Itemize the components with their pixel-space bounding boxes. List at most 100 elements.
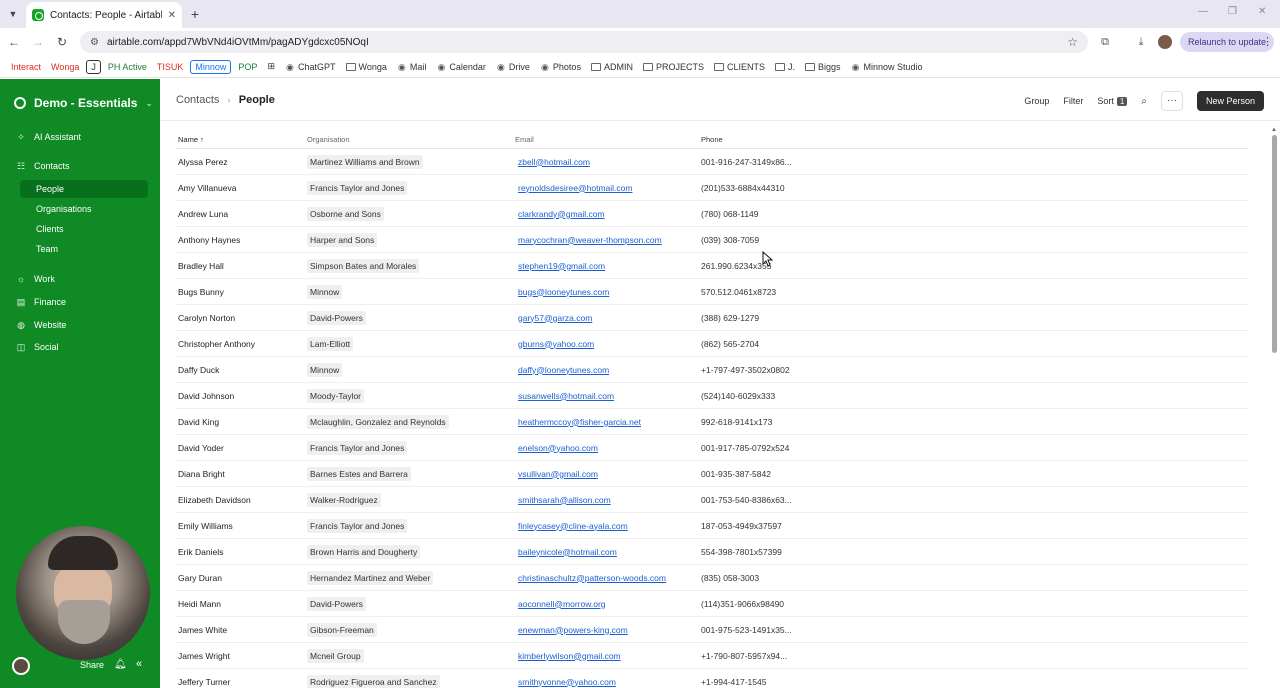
organisation-chip[interactable]: Hernandez Martinez and Weber <box>307 570 434 585</box>
bell-icon[interactable]: 🔔︎ <box>114 659 127 670</box>
browser-menu-icon[interactable]: ⋮ <box>1262 35 1273 48</box>
share-button[interactable]: Share <box>80 660 104 670</box>
bookmark-item[interactable]: TISUK <box>154 61 187 73</box>
organisation-chip[interactable]: David-Powers <box>307 310 366 325</box>
table-row[interactable]: Carolyn Norton David-Powers gary57@garza.c… <box>176 305 1248 331</box>
bookmark-item[interactable]: ◉ Mail <box>394 61 430 73</box>
organisation-chip[interactable]: Simpson Bates and Morales <box>307 258 420 273</box>
sidebar-item-ai-assistant[interactable]: ✧ AI Assistant <box>16 132 81 142</box>
sidebar-item-people[interactable]: People <box>20 180 148 198</box>
organisation-chip[interactable]: Gibson-Freeman <box>307 622 377 637</box>
table-row[interactable]: James Wright Mcneil Group kimberlywilson@g… <box>176 643 1248 669</box>
filter-button[interactable]: Filter <box>1063 96 1083 106</box>
email-link[interactable]: daffy@looneytunes.com <box>518 365 609 375</box>
extensions-puzzle-icon[interactable]: ⧉ <box>1098 35 1112 49</box>
bookmark-item[interactable]: J <box>86 59 101 74</box>
email-link[interactable]: vsullivan@gmail.com <box>518 469 598 479</box>
email-link[interactable]: enelson@yahoo.com <box>518 443 598 453</box>
organisation-chip[interactable]: Barnes Estes and Barrera <box>307 466 411 481</box>
table-row[interactable]: Bradley Hall Simpson Bates and Morales ste… <box>176 253 1248 279</box>
apps-grid-icon[interactable]: ⊞ <box>264 60 278 73</box>
email-link[interactable]: stephen19@gmail.com <box>518 261 605 271</box>
email-link[interactable]: heathermccoy@fisher-garcia.net <box>518 417 641 427</box>
column-header-name[interactable]: Name ↑ <box>176 135 307 144</box>
scrollbar[interactable]: ▲ <box>1270 127 1278 688</box>
scroll-up-arrow-icon[interactable]: ▲ <box>1271 127 1277 133</box>
bookmark-item[interactable]: PH Active <box>105 61 150 73</box>
organisation-chip[interactable]: Martinez Williams and Brown <box>307 154 423 169</box>
organisation-chip[interactable]: Brown Harris and Dougherty <box>307 544 421 559</box>
group-button[interactable]: Group <box>1024 96 1049 106</box>
sidebar-item-work[interactable]: ☼ Work <box>16 274 55 284</box>
table-row[interactable]: Gary Duran Hernandez Martinez and Weber ch… <box>176 565 1248 591</box>
table-row[interactable]: Bugs Bunny Minnow bugs@looneytunes.com 570.… <box>176 279 1248 305</box>
organisation-chip[interactable]: Osborne and Sons <box>307 206 384 221</box>
column-header-email[interactable]: Email <box>515 135 701 144</box>
bookmark-item[interactable]: Wonga <box>343 61 390 73</box>
back-arrow-icon[interactable]: ← <box>6 34 22 50</box>
table-row[interactable]: David Johnson Moody-Taylor susanwells@hotm… <box>176 383 1248 409</box>
close-window-icon[interactable]: ✕ <box>1258 6 1266 17</box>
profile-avatar[interactable] <box>1158 35 1172 49</box>
bookmark-item[interactable]: ◉ ChatGPT <box>282 61 339 73</box>
workspace-switcher[interactable]: Demo - Essentials ⌄ <box>14 96 153 110</box>
email-link[interactable]: enewman@powers-king.com <box>518 625 628 635</box>
sidebar-item-organisations[interactable]: Organisations <box>20 200 148 218</box>
organisation-chip[interactable]: Lam-Elliott <box>307 336 354 351</box>
sidebar-item-contacts[interactable]: ☷ Contacts <box>16 161 70 171</box>
email-link[interactable]: aoconnell@morrow.org <box>518 599 606 609</box>
email-link[interactable]: gburns@yahoo.com <box>518 339 594 349</box>
organisation-chip[interactable]: Francis Taylor and Jones <box>307 440 408 455</box>
forward-arrow-icon[interactable]: → <box>30 34 46 50</box>
table-row[interactable]: Christopher Anthony Lam-Elliott gburns@yah… <box>176 331 1248 357</box>
bookmark-item[interactable]: Biggs <box>802 61 844 73</box>
organisation-chip[interactable]: Mclaughlin, Gonzalez and Reynolds <box>307 414 449 429</box>
table-row[interactable]: Heidi Mann David-Powers aoconnell@morrow.o… <box>176 591 1248 617</box>
user-avatar[interactable] <box>12 657 30 675</box>
bookmark-item[interactable]: ◉ Drive <box>493 61 533 73</box>
table-row[interactable]: Emily Williams Francis Taylor and Jones fi… <box>176 513 1248 539</box>
organisation-chip[interactable]: Harper and Sons <box>307 232 378 247</box>
new-person-button[interactable]: New Person <box>1196 91 1264 111</box>
organisation-chip[interactable]: David-Powers <box>307 596 366 611</box>
sidebar-item-social[interactable]: ◫ Social <box>16 342 59 352</box>
bookmark-item[interactable]: ADMIN <box>588 61 636 73</box>
bookmark-item[interactable]: Interact <box>8 61 44 73</box>
bookmark-item[interactable]: PROJECTS <box>640 61 707 73</box>
table-row[interactable]: Alyssa Perez Martinez Williams and Brown z… <box>176 149 1248 175</box>
bookmark-star-icon[interactable]: ☆ <box>1067 35 1078 49</box>
organisation-chip[interactable]: Moody-Taylor <box>307 388 365 403</box>
bookmark-item[interactable]: ◉ Photos <box>537 61 584 73</box>
email-link[interactable]: finleycasey@cline-ayala.com <box>518 521 628 531</box>
email-link[interactable]: susanwells@hotmail.com <box>518 391 614 401</box>
email-link[interactable]: marycochran@weaver-thompson.com <box>518 235 662 245</box>
bookmark-item[interactable]: POP <box>235 61 260 73</box>
organisation-chip[interactable]: Mcneil Group <box>307 648 364 663</box>
download-icon[interactable]: ⤓ <box>1134 35 1148 49</box>
table-row[interactable]: Andrew Luna Osborne and Sons clarkrandy@gm… <box>176 201 1248 227</box>
organisation-chip[interactable]: Rodriguez Figueroa and Sanchez <box>307 674 440 688</box>
sort-button[interactable]: Sort 1 <box>1097 96 1128 106</box>
table-row[interactable]: James White Gibson-Freeman enewman@powers-… <box>176 617 1248 643</box>
table-row[interactable]: Anthony Haynes Harper and Sons marycochran… <box>176 227 1248 253</box>
breadcrumb-contacts[interactable]: Contacts <box>176 94 219 106</box>
column-header-phone[interactable]: Phone <box>701 135 901 144</box>
table-row[interactable]: Amy Villanueva Francis Taylor and Jones re… <box>176 175 1248 201</box>
organisation-chip[interactable]: Francis Taylor and Jones <box>307 518 408 533</box>
scrollbar-thumb[interactable] <box>1272 135 1277 353</box>
tab-close-icon[interactable]: ✕ <box>168 10 176 21</box>
search-icon[interactable]: ⌕ <box>1141 96 1147 107</box>
email-link[interactable]: baileynicole@hotmail.com <box>518 547 617 557</box>
reload-icon[interactable]: ↻ <box>54 34 70 50</box>
sidebar-item-team[interactable]: Team <box>20 240 148 258</box>
site-info-icon[interactable]: ⚙ <box>90 37 99 48</box>
bookmark-item[interactable]: Wonga <box>48 61 82 73</box>
organisation-chip[interactable]: Minnow <box>307 362 343 377</box>
email-link[interactable]: gary57@garza.com <box>518 313 592 323</box>
column-header-organisation[interactable]: Organisation <box>307 135 515 144</box>
bookmark-item[interactable]: ◉ Calendar <box>433 61 489 73</box>
sidebar-item-clients[interactable]: Clients <box>20 220 148 238</box>
relaunch-button[interactable]: Relaunch to update <box>1180 32 1275 52</box>
email-link[interactable]: zbell@hotmail.com <box>518 157 590 167</box>
email-link[interactable]: kimberlywilson@gmail.com <box>518 651 621 661</box>
